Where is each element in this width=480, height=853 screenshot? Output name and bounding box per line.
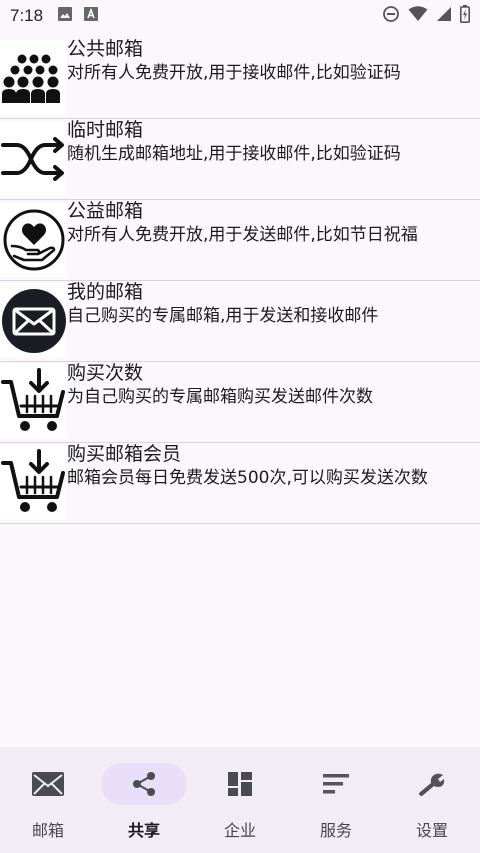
signal-icon [436,6,452,26]
nav-item-service[interactable]: 服务 [288,747,384,853]
dashboard-icon [197,763,283,805]
nav-label: 服务 [319,821,352,840]
list-item-public-mailbox[interactable]: 公共邮箱 对所有人免费开放,用于接收邮件,比如验证码 [0,38,480,119]
list-item-temp-mailbox[interactable]: 临时邮箱 随机生成邮箱地址,用于接收邮件,比如验证码 [0,119,480,200]
list-item-title: 购买次数 [67,362,144,384]
list-item-title: 公共邮箱 [67,38,144,60]
sort-lines-icon [293,763,379,805]
people-group-icon [0,40,67,115]
shuffle-icon [0,121,67,196]
share-icon [101,763,187,805]
cart-download-icon [0,445,67,520]
feature-list: 公共邮箱 对所有人免费开放,用于接收邮件,比如验证码 临时邮箱 随机生成邮箱地址… [0,38,480,524]
wifi-icon [408,6,428,26]
envelope-circle-icon [0,283,67,358]
list-item-title: 公益邮箱 [67,200,144,222]
nav-item-enterprise[interactable]: 企业 [192,747,288,853]
nav-label: 邮箱 [31,821,64,840]
list-item-my-mailbox[interactable]: 我的邮箱 自己购买的专属邮箱,用于发送和接收邮件 [0,281,480,362]
nav-item-settings[interactable]: 设置 [384,747,480,853]
battery-icon [460,5,470,27]
nav-label: 企业 [223,821,256,840]
list-item-title: 临时邮箱 [67,119,144,141]
nav-label: 设置 [415,821,448,840]
list-item-desc: 为自己购买的专属邮箱购买发送邮件次数 [67,387,373,407]
bottom-navigation: 邮箱 共享 企业 服务 设置 [0,747,480,853]
cart-download-icon [0,364,67,439]
list-item-buy-count[interactable]: 购买次数 为自己购买的专属邮箱购买发送邮件次数 [0,362,480,443]
list-item-desc: 对所有人免费开放,用于接收邮件,比如验证码 [67,63,401,83]
nav-item-share[interactable]: 共享 [96,747,192,853]
nav-item-mailbox[interactable]: 邮箱 [0,747,96,853]
nav-label: 共享 [127,821,160,840]
list-item-desc: 对所有人免费开放,用于发送邮件,比如节日祝福 [67,225,418,245]
list-item-desc: 自己购买的专属邮箱,用于发送和接收邮件 [67,306,379,326]
list-item-charity-mailbox[interactable]: 公益邮箱 对所有人免费开放,用于发送邮件,比如节日祝福 [0,200,480,281]
list-item-desc: 随机生成邮箱地址,用于接收邮件,比如验证码 [67,144,401,164]
mail-icon [5,763,91,805]
text-a-icon [83,6,99,26]
list-item-buy-membership[interactable]: 购买邮箱会员 邮箱会员每日免费发送500次,可以购买发送次数 [0,443,480,524]
status-bar: 7:18 [0,0,480,32]
image-icon [57,6,73,26]
list-item-title: 我的邮箱 [67,281,144,303]
heart-hand-icon [0,202,67,277]
list-item-desc: 邮箱会员每日免费发送500次,可以购买发送次数 [67,468,428,488]
status-time: 7:18 [10,6,44,25]
list-item-title: 购买邮箱会员 [67,443,182,465]
do-not-disturb-icon [382,5,400,27]
wrench-icon [389,763,475,805]
